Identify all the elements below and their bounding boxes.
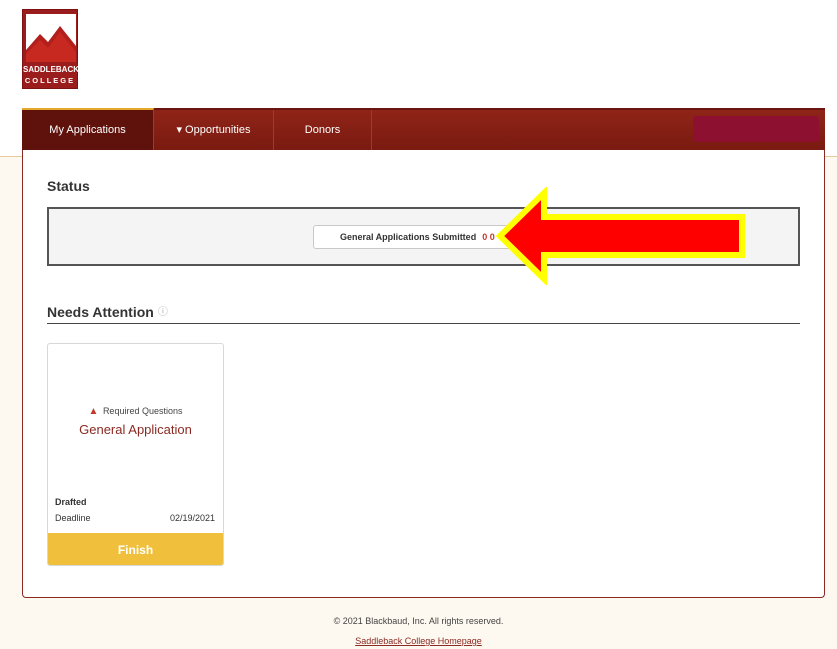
status-heading: Status bbox=[47, 178, 90, 194]
logo-text-top: SADDLEBACK bbox=[23, 65, 79, 74]
needs-attention-title: Needs Attention bbox=[47, 304, 154, 320]
application-state: Drafted bbox=[55, 497, 87, 507]
chip-label: General Applications Submitted bbox=[340, 232, 477, 242]
tab-my-applications[interactable]: My Applications bbox=[22, 108, 154, 150]
info-icon[interactable]: ⓘ bbox=[158, 303, 168, 318]
deadline-date: 02/19/2021 bbox=[169, 513, 215, 523]
finish-button[interactable]: Finish bbox=[48, 533, 223, 565]
homepage-link[interactable]: Saddleback College Homepage bbox=[0, 636, 837, 646]
tab-donors[interactable]: Donors bbox=[274, 110, 372, 150]
divider bbox=[825, 156, 837, 157]
logo-text-bottom: COLLEGE bbox=[24, 76, 76, 85]
saddleback-college-logo[interactable]: SADDLEBACK COLLEGE bbox=[22, 9, 79, 89]
user-menu-button[interactable] bbox=[693, 116, 819, 142]
divider bbox=[47, 323, 800, 324]
application-card[interactable]: ▲ Required Questions General Application… bbox=[47, 343, 224, 566]
warning-icon: ▲ bbox=[88, 406, 99, 417]
copyright-text: © 2021 Blackbaud, Inc. All rights reserv… bbox=[333, 616, 504, 626]
deadline-label: Deadline bbox=[55, 513, 91, 523]
main-nav: My Applications ▾ Opportunities Donors bbox=[22, 108, 825, 150]
application-name-link[interactable]: General Application bbox=[48, 422, 223, 437]
needs-attention-heading: Needs Attention ⓘ bbox=[47, 303, 168, 320]
tab-opportunities[interactable]: ▾ Opportunities bbox=[154, 110, 274, 150]
warning-label: Required Questions bbox=[102, 406, 183, 416]
mountain-icon bbox=[26, 14, 76, 62]
red-arrow-annotation bbox=[495, 187, 745, 285]
divider bbox=[0, 156, 22, 157]
required-questions-warning: ▲ Required Questions bbox=[48, 406, 223, 417]
